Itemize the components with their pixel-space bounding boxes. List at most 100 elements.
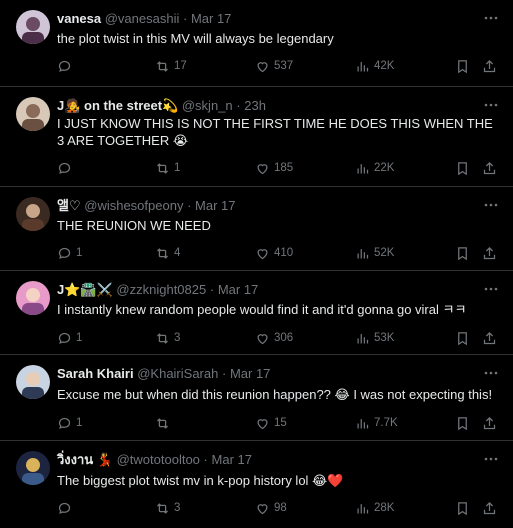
- bookmark-button[interactable]: [455, 499, 474, 517]
- view-count: 52K: [374, 247, 395, 259]
- retweet-button[interactable]: [155, 414, 174, 432]
- timestamp[interactable]: 23h: [244, 98, 266, 113]
- views-button[interactable]: 53K: [355, 329, 394, 347]
- user-handle[interactable]: @KhairiSarah: [137, 366, 218, 381]
- separator-dot: ·: [236, 98, 241, 113]
- more-dots-icon[interactable]: [483, 197, 499, 213]
- display-name[interactable]: วิ่งงาน 💃: [57, 452, 113, 467]
- bookmark-icon: [455, 501, 474, 516]
- views-button[interactable]: 42K: [355, 57, 394, 75]
- like-button[interactable]: 410: [255, 244, 293, 262]
- user-handle[interactable]: @zzknight0825: [116, 282, 206, 297]
- retweet-button[interactable]: 17: [155, 57, 187, 75]
- tweet-item[interactable]: วิ่งงาน 💃 @twototooltoo · Mar 17 The big…: [0, 441, 513, 528]
- more-dots-icon[interactable]: [483, 365, 499, 381]
- more-dots-icon[interactable]: [483, 451, 499, 467]
- avatar[interactable]: [16, 10, 50, 44]
- bar-chart-icon: [355, 59, 374, 74]
- reply-button[interactable]: [57, 159, 76, 177]
- avatar[interactable]: [16, 281, 50, 315]
- bookmark-button[interactable]: [455, 159, 474, 177]
- view-count: 22K: [374, 162, 395, 174]
- timestamp[interactable]: Mar 17: [191, 11, 231, 26]
- display-name[interactable]: J⭐🛣️⚔️: [57, 282, 113, 297]
- like-button[interactable]: 185: [255, 159, 293, 177]
- like-button[interactable]: 306: [255, 329, 293, 347]
- reply-button[interactable]: [57, 57, 76, 75]
- views-button[interactable]: 52K: [355, 244, 394, 262]
- retweet-button[interactable]: 1: [155, 159, 180, 177]
- view-count: 42K: [374, 60, 395, 72]
- avatar[interactable]: [16, 97, 50, 131]
- tweet-text: the plot twist in this MV will always be…: [57, 31, 334, 46]
- more-dots-icon[interactable]: [483, 10, 499, 26]
- retweet-button[interactable]: 3: [155, 499, 180, 517]
- tweet-item[interactable]: J🧑‍🎤 on the street💫 @skjn_n · 23h I JUST…: [0, 87, 513, 187]
- tweet-item[interactable]: 앨♡ @wishesofpeony · Mar 17 THE REUNION W…: [0, 187, 513, 271]
- retweet-button[interactable]: 4: [155, 244, 180, 262]
- timestamp[interactable]: Mar 17: [230, 366, 270, 381]
- more-dots-icon[interactable]: [483, 97, 499, 113]
- reply-button[interactable]: [57, 499, 76, 517]
- bookmark-icon: [455, 416, 474, 431]
- share-button[interactable]: [482, 244, 501, 262]
- reply-button[interactable]: 1: [57, 414, 82, 432]
- tweet-header: vanesa @vanesashii · Mar 17: [57, 10, 473, 28]
- user-handle[interactable]: @wishesofpeony: [84, 198, 183, 213]
- retweet-icon: [155, 331, 174, 346]
- like-button[interactable]: 15: [255, 414, 287, 432]
- retweet-count: 1: [174, 162, 181, 174]
- bar-chart-icon: [355, 161, 374, 176]
- avatar[interactable]: [16, 197, 50, 231]
- share-button[interactable]: [482, 57, 501, 75]
- views-button[interactable]: 22K: [355, 159, 394, 177]
- action-bar: 1 15 7.7K: [57, 414, 499, 432]
- display-name[interactable]: Sarah Khairi: [57, 366, 134, 381]
- share-icon: [482, 161, 501, 176]
- user-handle[interactable]: @twototooltoo: [117, 452, 200, 467]
- bookmark-icon: [455, 161, 474, 176]
- display-name[interactable]: 앨♡: [57, 198, 81, 213]
- retweet-icon: [155, 416, 174, 431]
- share-icon: [482, 501, 501, 516]
- like-button[interactable]: 537: [255, 57, 293, 75]
- share-button[interactable]: [482, 499, 501, 517]
- bar-chart-icon: [355, 331, 374, 346]
- avatar[interactable]: [16, 451, 50, 485]
- retweet-button[interactable]: 3: [155, 329, 180, 347]
- view-count: 53K: [374, 332, 395, 344]
- timestamp[interactable]: Mar 17: [195, 198, 235, 213]
- tweet-text: Excuse me but when did this reunion happ…: [57, 387, 493, 402]
- retweet-icon: [155, 161, 174, 176]
- reply-button[interactable]: 1: [57, 329, 82, 347]
- share-button[interactable]: [482, 329, 501, 347]
- like-count: 98: [274, 502, 287, 514]
- avatar[interactable]: [16, 365, 50, 399]
- heart-icon: [255, 246, 274, 261]
- like-button[interactable]: 98: [255, 499, 287, 517]
- display-name[interactable]: vanesa: [57, 11, 101, 26]
- retweet-count: 17: [174, 60, 187, 72]
- bookmark-button[interactable]: [455, 414, 474, 432]
- display-name[interactable]: J🧑‍🎤 on the street💫: [57, 98, 178, 113]
- user-handle[interactable]: @vanesashii: [105, 11, 180, 26]
- timestamp[interactable]: Mar 17: [218, 282, 258, 297]
- share-button[interactable]: [482, 414, 501, 432]
- tweet-item[interactable]: vanesa @vanesashii · Mar 17 the plot twi…: [0, 0, 513, 87]
- bookmark-button[interactable]: [455, 244, 474, 262]
- more-dots-icon[interactable]: [483, 281, 499, 297]
- timestamp[interactable]: Mar 17: [212, 452, 252, 467]
- tweet-item[interactable]: J⭐🛣️⚔️ @zzknight0825 · Mar 17 I instantl…: [0, 271, 513, 355]
- user-handle[interactable]: @skjn_n: [182, 98, 233, 113]
- share-button[interactable]: [482, 159, 501, 177]
- action-bar: 1 185 22K: [57, 159, 499, 177]
- bookmark-icon: [455, 331, 474, 346]
- speech-bubble-icon: [57, 416, 76, 431]
- bookmark-button[interactable]: [455, 329, 474, 347]
- retweet-icon: [155, 59, 174, 74]
- views-button[interactable]: 28K: [355, 499, 394, 517]
- tweet-item[interactable]: Sarah Khairi @KhairiSarah · Mar 17 Excus…: [0, 355, 513, 441]
- views-button[interactable]: 7.7K: [355, 414, 398, 432]
- reply-button[interactable]: 1: [57, 244, 82, 262]
- bookmark-button[interactable]: [455, 57, 474, 75]
